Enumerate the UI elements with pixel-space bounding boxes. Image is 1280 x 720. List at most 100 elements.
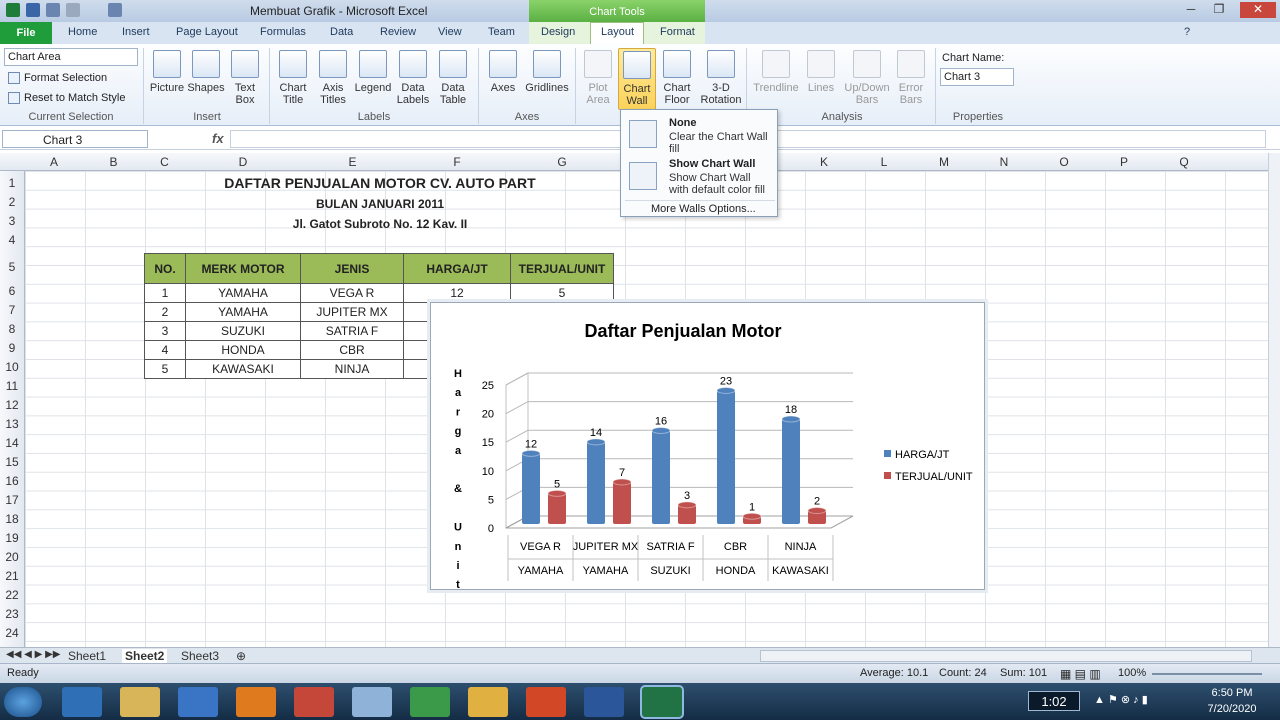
up-down-bars-button[interactable]: Up/Down Bars (842, 48, 892, 110)
plot-area-button[interactable]: Plot Area (577, 48, 619, 110)
table-header-cell[interactable]: MERK MOTOR (185, 253, 301, 284)
firefox-icon[interactable] (236, 687, 276, 717)
row-header[interactable]: 20 (0, 550, 24, 564)
row-header[interactable]: 2 (0, 195, 24, 209)
sheet-tab-1[interactable]: Sheet1 (68, 649, 106, 663)
row-header[interactable]: 23 (0, 607, 24, 621)
chart-floor-button[interactable]: Chart Floor (656, 48, 698, 110)
sheet-tab-2-active[interactable]: Sheet2 (122, 649, 168, 663)
column-header[interactable]: M (914, 155, 974, 169)
chart-name-input[interactable]: Chart 3 (940, 68, 1014, 86)
table-header-cell[interactable]: HARGA/JT (403, 253, 511, 284)
vertical-scrollbar[interactable] (1268, 153, 1280, 647)
table-header-cell[interactable]: TERJUAL/UNIT (510, 253, 614, 284)
axis-titles-button[interactable]: Axis Titles (312, 48, 354, 110)
tab-home[interactable]: Home (68, 26, 97, 38)
table-cell[interactable]: HONDA (185, 340, 301, 360)
tab-view[interactable]: View (438, 26, 462, 38)
row-header[interactable]: 21 (0, 569, 24, 583)
clock-time[interactable]: 6:50 PM (1196, 687, 1268, 699)
tab-review[interactable]: Review (380, 26, 416, 38)
powerpoint-icon[interactable] (526, 687, 566, 717)
row-header[interactable]: 3 (0, 214, 24, 228)
undo-icon[interactable] (46, 3, 60, 17)
row-header[interactable]: 18 (0, 512, 24, 526)
column-header[interactable]: N (974, 155, 1034, 169)
view-buttons-icon[interactable]: ▦ ▤ ▥ (1060, 667, 1101, 681)
print-preview-icon[interactable] (108, 3, 122, 17)
column-header[interactable]: G (510, 155, 614, 169)
sheet-title[interactable]: DAFTAR PENJUALAN MOTOR CV. AUTO PART (180, 175, 580, 191)
name-box[interactable]: Chart 3 (2, 130, 148, 148)
row-header[interactable]: 14 (0, 436, 24, 450)
row-header[interactable]: 12 (0, 398, 24, 412)
trendline-button[interactable]: Trendline (750, 48, 802, 110)
column-header[interactable]: P (1094, 155, 1154, 169)
tab-file[interactable]: File (0, 22, 52, 44)
row-header[interactable]: 4 (0, 233, 24, 247)
data-labels-button[interactable]: Data Labels (392, 48, 434, 110)
column-header[interactable]: E (301, 155, 404, 169)
minimize-button[interactable]: ─ (1180, 2, 1202, 18)
row-header[interactable]: 6 (0, 284, 24, 298)
table-cell[interactable]: YAMAHA (185, 302, 301, 322)
table-header-cell[interactable]: JENIS (300, 253, 404, 284)
column-header[interactable]: O (1034, 155, 1094, 169)
close-button[interactable]: ✕ (1240, 2, 1276, 18)
column-header[interactable]: B (83, 155, 144, 169)
row-header[interactable]: 10 (0, 360, 24, 374)
search-app-icon[interactable] (352, 687, 392, 717)
start-button-icon[interactable] (4, 687, 42, 717)
tab-formulas[interactable]: Formulas (260, 26, 306, 38)
row-header[interactable]: 5 (0, 260, 24, 274)
sheet-nav-icon[interactable]: ◀◀ ◀ ▶ ▶▶ (6, 649, 60, 660)
dropdown-item-none[interactable]: None Clear the Chart Wall fill (625, 114, 775, 156)
row-header[interactable]: 15 (0, 455, 24, 469)
row-header[interactable]: 1 (0, 176, 24, 190)
clock-date[interactable]: 7/20/2020 (1196, 703, 1268, 715)
chart-object[interactable]: Daftar Penjualan Motor Ha r g a & Un i t 0 5 10 15 20… (430, 302, 985, 591)
table-cell[interactable]: CBR (300, 340, 404, 360)
tab-format[interactable]: Format (660, 26, 695, 38)
table-cell[interactable]: NINJA (300, 359, 404, 379)
help-icon[interactable]: ? (1184, 26, 1190, 38)
column-header[interactable]: C (144, 155, 185, 169)
gridlines-button[interactable]: Gridlines (522, 48, 572, 110)
sheet-address[interactable]: Jl. Gatot Subroto No. 12 Kav. II (180, 217, 580, 231)
save-icon[interactable] (26, 3, 40, 17)
media-player-icon[interactable] (178, 687, 218, 717)
more-walls-options[interactable]: More Walls Options... (625, 200, 775, 216)
row-header[interactable]: 17 (0, 493, 24, 507)
column-header[interactable]: K (794, 155, 854, 169)
row-header[interactable]: 7 (0, 303, 24, 317)
table-cell[interactable]: KAWASAKI (185, 359, 301, 379)
zoom-slider[interactable] (1152, 673, 1262, 675)
tab-layout[interactable]: Layout (601, 26, 634, 38)
error-bars-button[interactable]: Error Bars (890, 48, 932, 110)
table-cell[interactable]: 2 (144, 302, 186, 322)
legend-button[interactable]: Legend (352, 48, 394, 110)
lines-button[interactable]: Lines (800, 48, 842, 110)
sheet-subtitle[interactable]: BULAN JANUARI 2011 (180, 197, 580, 211)
table-cell[interactable]: SUZUKI (185, 321, 301, 341)
row-header[interactable]: 11 (0, 379, 24, 393)
book-app-icon[interactable] (294, 687, 334, 717)
row-header[interactable]: 8 (0, 322, 24, 336)
row-header[interactable]: 19 (0, 531, 24, 545)
table-cell[interactable]: 3 (144, 321, 186, 341)
zoom-level[interactable]: 100% (1118, 667, 1146, 679)
chart-title-button[interactable]: Chart Title (272, 48, 314, 110)
table-cell[interactable]: YAMAHA (185, 283, 301, 303)
dropdown-item-show-chart-wall[interactable]: Show Chart Wall Show Chart Wall with def… (625, 156, 775, 198)
column-header[interactable]: F (404, 155, 510, 169)
column-header[interactable]: L (854, 155, 914, 169)
format-selection-button[interactable]: Format Selection (8, 72, 107, 85)
redo-icon[interactable] (66, 3, 80, 17)
horizontal-scrollbar[interactable] (760, 650, 1252, 662)
tab-team[interactable]: Team (488, 26, 515, 38)
text-box-button[interactable]: Text Box (224, 48, 266, 110)
table-cell[interactable]: JUPITER MX (300, 302, 404, 322)
file-explorer-icon[interactable] (120, 687, 160, 717)
excel-icon[interactable] (642, 687, 682, 717)
table-cell[interactable]: 5 (144, 359, 186, 379)
